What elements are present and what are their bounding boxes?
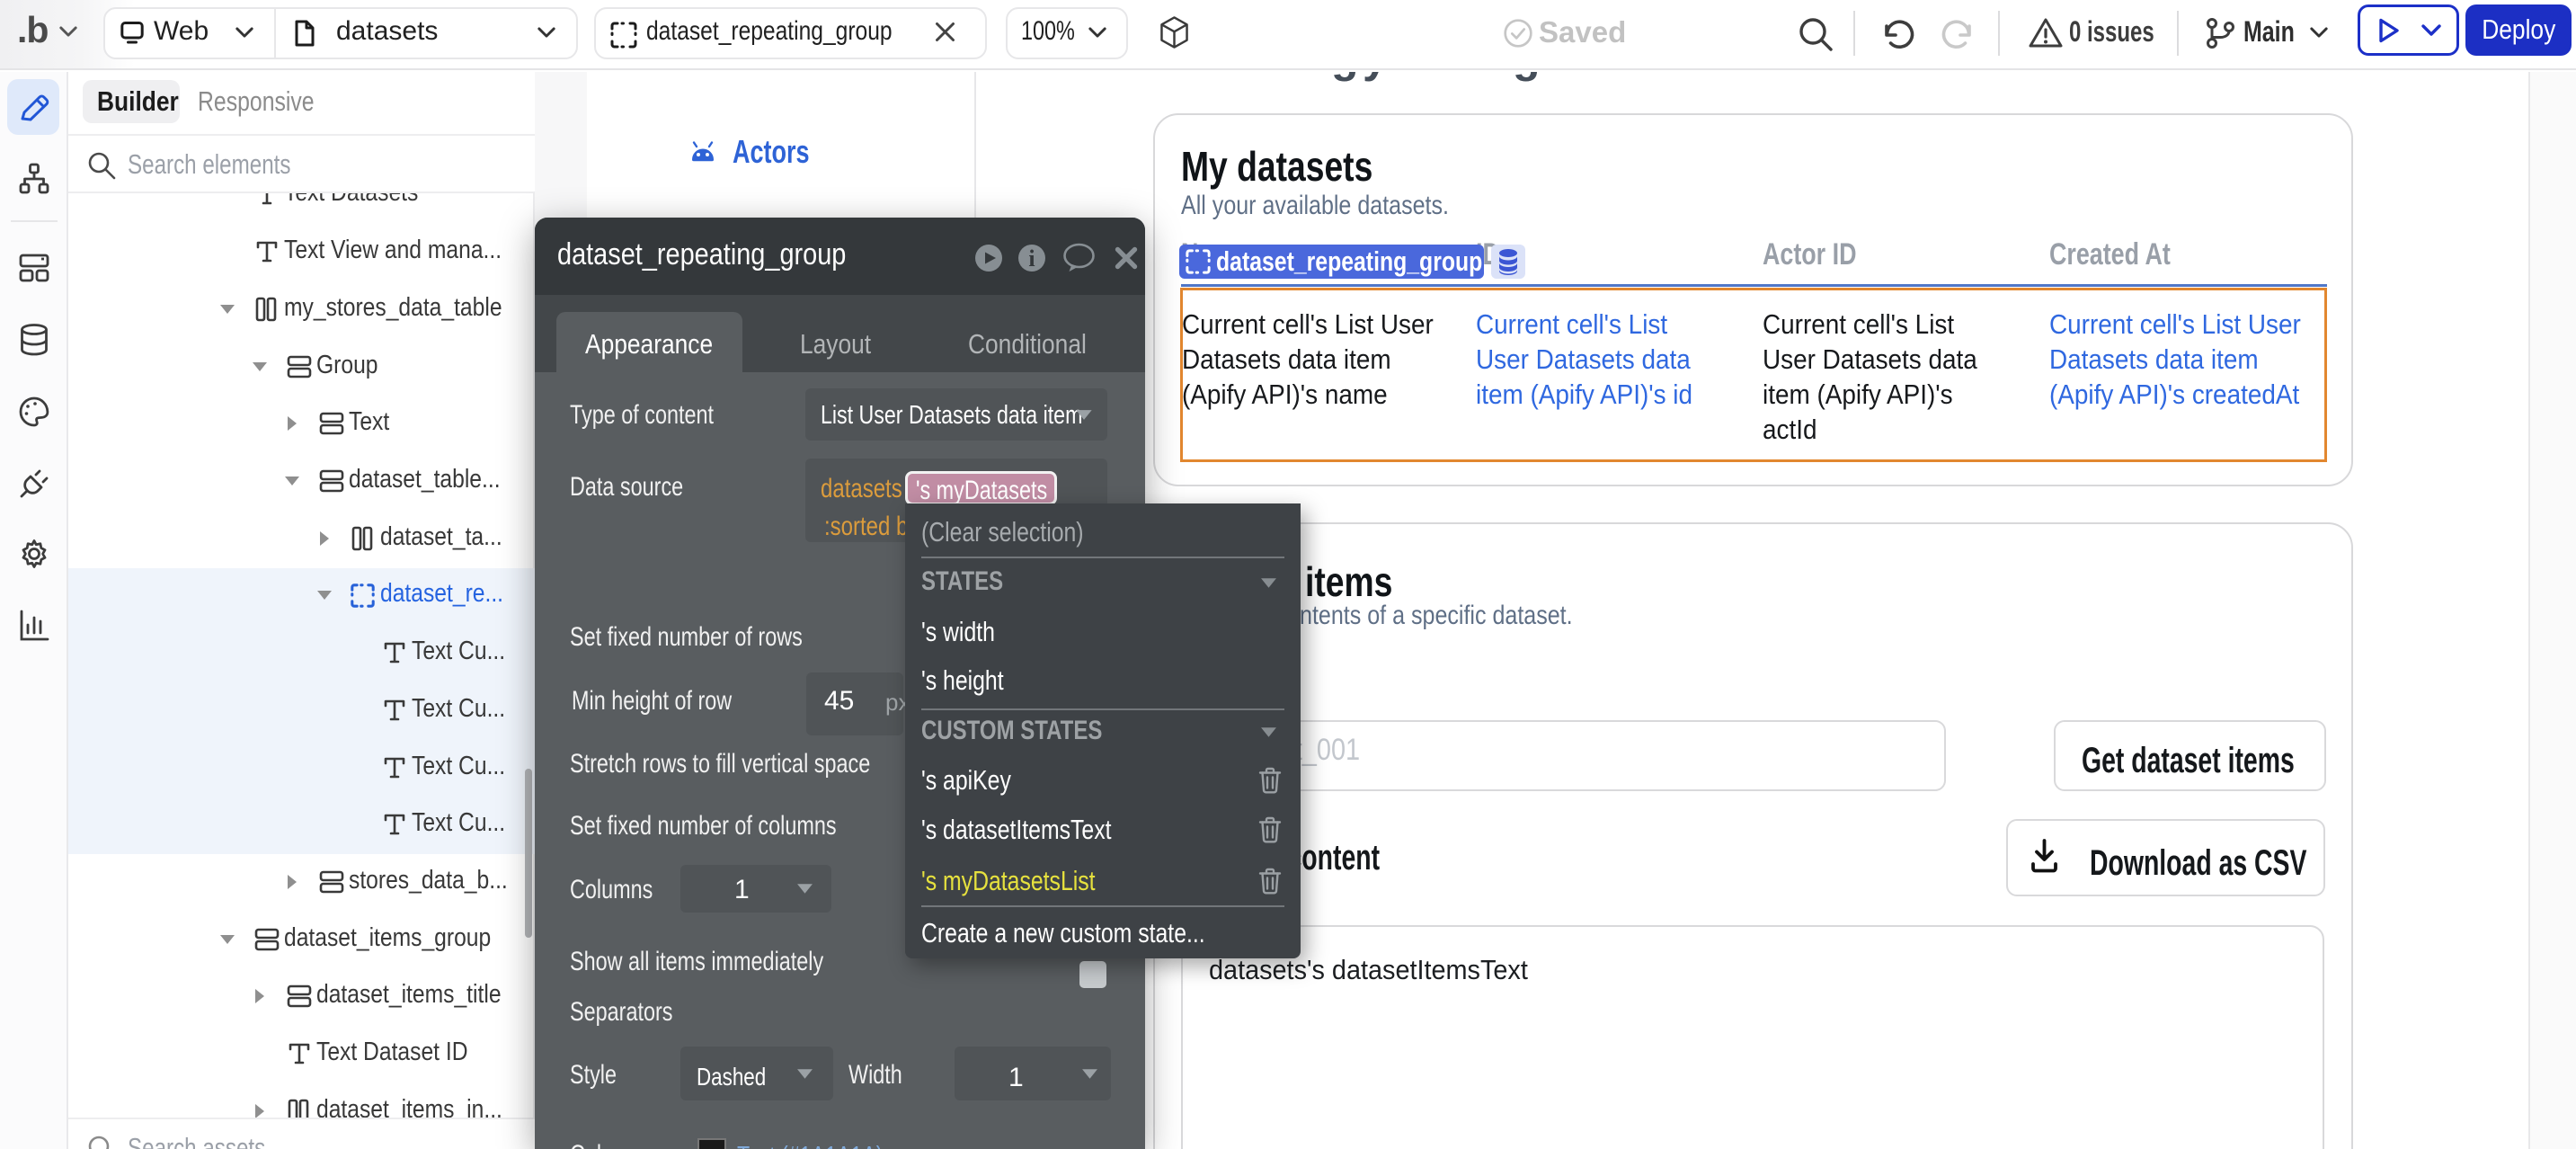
svg-text:i: i <box>1028 245 1035 272</box>
